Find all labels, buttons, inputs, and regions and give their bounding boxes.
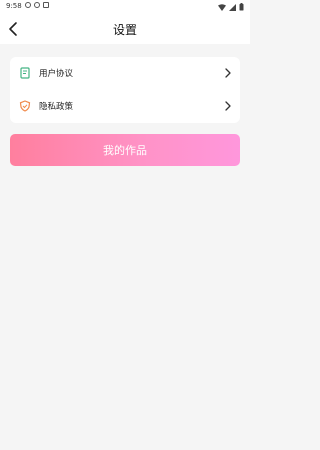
wifi-icon	[218, 3, 226, 11]
signal-icon	[229, 3, 236, 11]
menu-item-label: 隐私政策	[39, 102, 74, 112]
battery-icon	[239, 3, 244, 11]
notification-icon	[25, 2, 31, 8]
status-bar: 9:58	[0, 0, 250, 14]
notification-icon	[34, 2, 40, 8]
menu-item-privacy-policy[interactable]: 隐私政策	[10, 90, 240, 123]
system-icons	[218, 3, 244, 11]
notification-icon	[43, 2, 49, 8]
page-title: 设置	[112, 23, 137, 37]
settings-menu-card: 用户协议 隐私政策	[10, 57, 240, 123]
nav-bar: 设置	[0, 14, 250, 44]
menu-item-label: 用户协议	[39, 69, 74, 79]
chevron-right-icon	[225, 101, 231, 111]
document-icon	[20, 67, 30, 79]
status-time: 9:58	[6, 2, 22, 10]
notification-icons	[25, 2, 49, 8]
my-works-button[interactable]: 我的作品	[10, 134, 240, 166]
chevron-right-icon	[225, 68, 231, 78]
menu-item-user-agreement[interactable]: 用户协议	[10, 57, 240, 90]
shield-icon	[19, 100, 31, 112]
